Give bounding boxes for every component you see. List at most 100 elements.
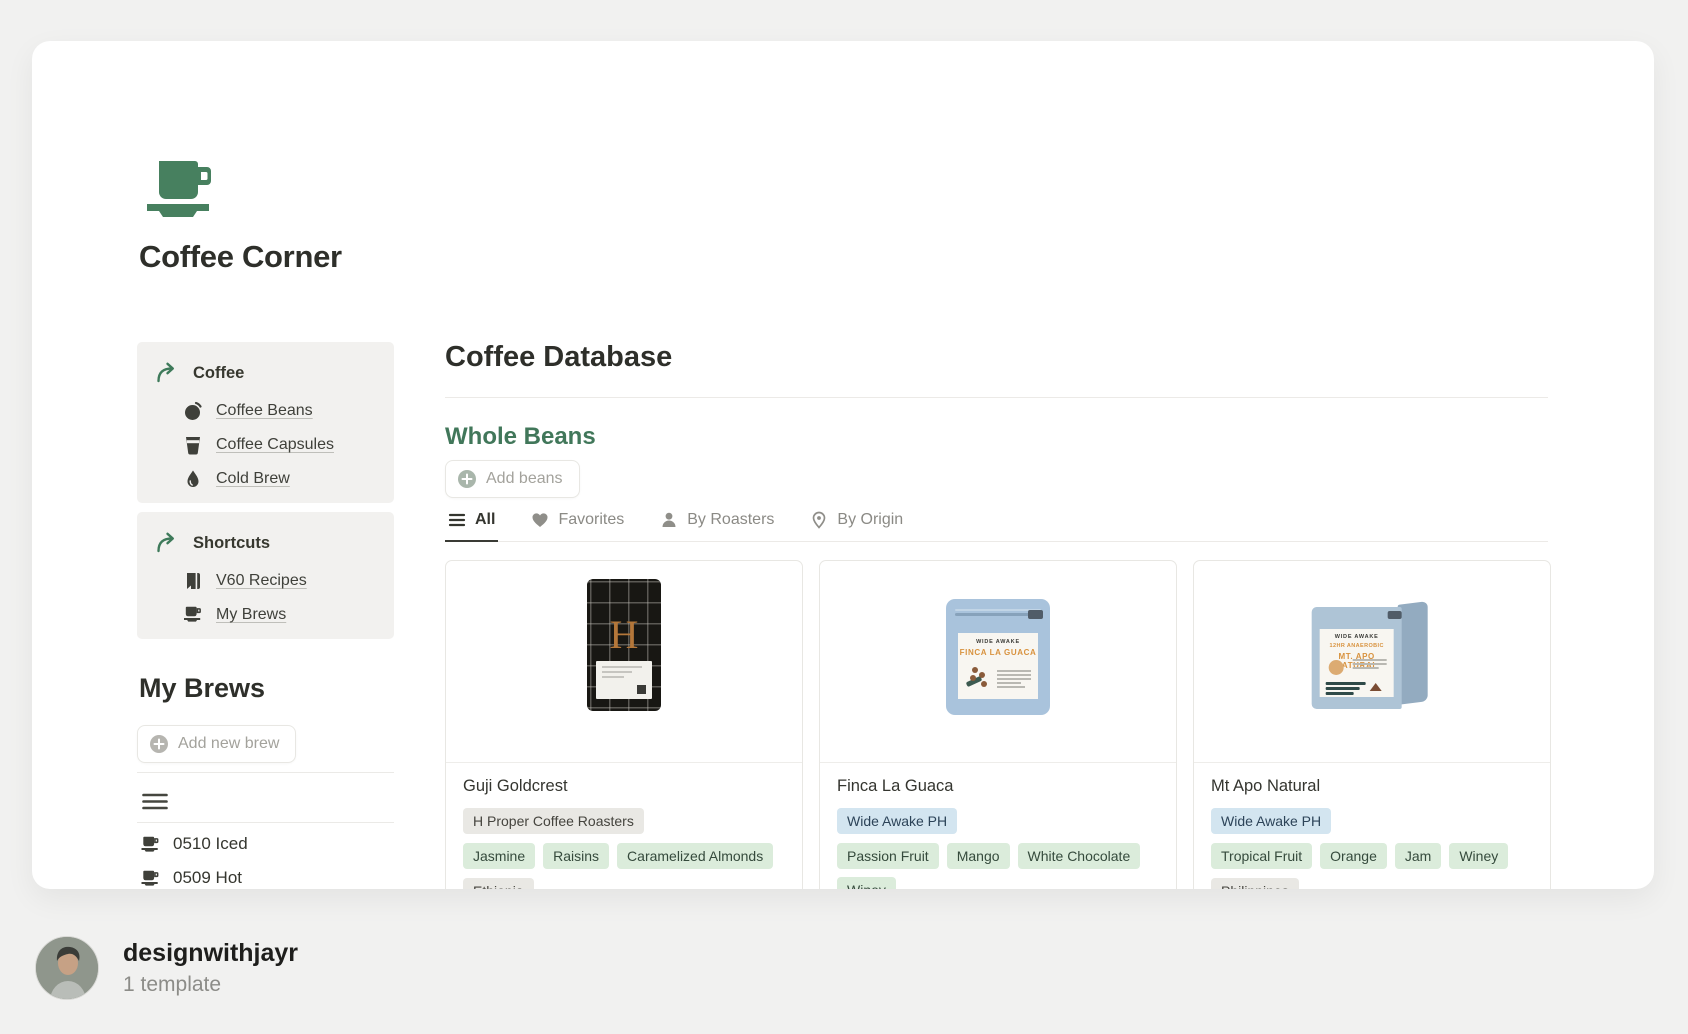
bean-card-image: WIDE AWAKE FINCA LA GUACA (820, 561, 1176, 763)
heart-icon (531, 511, 549, 529)
sidebar-item-my-brews[interactable]: My Brews (183, 598, 376, 632)
bag-process: 12HR ANAEROBIC (1320, 643, 1394, 649)
tab-by-roasters[interactable]: By Roasters (657, 507, 777, 541)
drag-handle-icon[interactable] (142, 793, 168, 810)
bean-title: Guji Goldcrest (463, 777, 785, 796)
brew-entry-0510-iced[interactable]: 0510 Iced (140, 834, 248, 854)
sidebar-item-label: Coffee Capsules (216, 436, 334, 454)
bag-label: WIDE AWAKE 12HR ANAEROBIC MT. APO NATURA… (1320, 629, 1394, 697)
curved-arrow-icon (155, 362, 179, 384)
sidebar-item-label: Cold Brew (216, 470, 290, 488)
add-beans-button[interactable]: Add beans (445, 460, 580, 498)
creator-name: designwithjayr (123, 939, 298, 968)
template-preview-page: Coffee Corner Coffee (0, 0, 1688, 1034)
notion-page-card: Coffee Corner Coffee (32, 41, 1654, 889)
whole-beans-heading: Whole Beans (445, 423, 596, 451)
workspace-title: Coffee Corner (139, 239, 342, 275)
flavor-tag: Jasmine (463, 843, 535, 869)
my-brews-heading: My Brews (139, 673, 265, 704)
flavor-tag: Mango (947, 843, 1010, 869)
bag-label (596, 661, 652, 699)
bean-card-body: Finca La Guaca Wide Awake PH Passion Fru… (820, 763, 1176, 889)
bean-card-guji-goldcrest[interactable]: H Guji Goldcrest H Proper Coffee Roaster… (445, 560, 803, 889)
creator-template-count: 1 template (123, 973, 298, 997)
brew-entry-0509-hot[interactable]: 0509 Hot (140, 868, 242, 888)
sidebar-item-coffee-beans[interactable]: Coffee Beans (183, 394, 376, 428)
brew-entry-label: 0509 Hot (173, 868, 242, 888)
origin-tag: Ethiopia (463, 878, 534, 889)
divider (137, 772, 394, 773)
divider (445, 397, 1548, 398)
flavor-tag: Tropical Fruit (1211, 843, 1312, 869)
brew-entry-label: 0510 Iced (173, 834, 248, 854)
sidebar-item-label: My Brews (216, 606, 286, 624)
coffee-cup-icon (183, 605, 203, 625)
bean-card-finca-la-guaca[interactable]: WIDE AWAKE FINCA LA GUACA (819, 560, 1177, 889)
flavor-tag: White Chocolate (1018, 843, 1141, 869)
bean-card-body: Guji Goldcrest H Proper Coffee Roasters … (446, 763, 802, 889)
location-pin-icon (810, 511, 828, 529)
sidebar-item-label: Coffee Beans (216, 402, 313, 420)
bean-title: Mt Apo Natural (1211, 777, 1533, 796)
sidebar-section-shortcuts: Shortcuts V60 Recipes (137, 512, 394, 639)
sun-illustration (1329, 660, 1344, 675)
bean-card-image: WIDE AWAKE 12HR ANAEROBIC MT. APO NATURA… (1194, 561, 1550, 763)
creator-avatar[interactable] (35, 936, 99, 1000)
sidebar-item-cold-brew[interactable]: Cold Brew (183, 462, 376, 496)
plus-circle-icon (457, 469, 477, 489)
sidebar-section-label: Shortcuts (193, 534, 270, 553)
sidebar-item-label: V60 Recipes (216, 572, 307, 590)
sidebar-item-coffee-capsules[interactable]: Coffee Capsules (183, 428, 376, 462)
flavor-tag: Raisins (543, 843, 609, 869)
roaster-tag: H Proper Coffee Roasters (463, 808, 644, 834)
creator-row: designwithjayr 1 template (35, 936, 298, 1000)
bean-card-image: H (446, 561, 802, 763)
bag-monogram: H (587, 611, 661, 658)
page-title: Coffee Database (445, 341, 672, 374)
tab-label: Favorites (558, 511, 624, 529)
coffee-cup-logo-icon (145, 151, 223, 223)
flavor-tag: Passion Fruit (837, 843, 939, 869)
tab-by-origin[interactable]: By Origin (807, 507, 906, 541)
database-view-tabs: All Favorites By Roasters (445, 507, 1548, 542)
mountain-illustration (1326, 682, 1366, 697)
flavor-tag: Winey (837, 877, 896, 889)
flavor-tag: Jam (1395, 843, 1441, 869)
bag-fine-print (1353, 659, 1387, 671)
tab-all[interactable]: All (445, 507, 498, 542)
coffee-bean-icon (183, 401, 203, 421)
book-icon (183, 571, 203, 591)
bag-fine-print (997, 670, 1031, 690)
coffee-bag-blue: WIDE AWAKE FINCA LA GUACA (946, 599, 1050, 715)
bag-name: FINCA LA GUACA (958, 648, 1038, 657)
bag-label: WIDE AWAKE FINCA LA GUACA (958, 633, 1038, 699)
add-beans-label: Add beans (486, 470, 563, 488)
capsule-cup-icon (183, 435, 203, 455)
bag-brand: WIDE AWAKE (958, 639, 1038, 645)
bean-card-mt-apo-natural[interactable]: WIDE AWAKE 12HR ANAEROBIC MT. APO NATURA… (1193, 560, 1551, 889)
bean-gallery: H Guji Goldcrest H Proper Coffee Roaster… (445, 560, 1551, 889)
bean-title: Finca La Guaca (837, 777, 1159, 796)
coffee-bag-black: H (587, 579, 661, 711)
coffee-branch-illustration (966, 665, 992, 691)
qr-code (637, 685, 646, 694)
tab-label: By Roasters (687, 511, 774, 529)
flavor-tag: Caramelized Almonds (617, 843, 773, 869)
bag-brand: WIDE AWAKE (1320, 634, 1394, 640)
list-icon (448, 511, 466, 529)
tab-label: By Origin (837, 511, 903, 529)
tab-label: All (475, 511, 495, 529)
divider (137, 822, 394, 823)
coffee-cup-icon (140, 869, 161, 887)
bean-card-body: Mt Apo Natural Wide Awake PH Tropical Fr… (1194, 763, 1550, 889)
bag-valve (1028, 610, 1043, 619)
add-new-brew-button[interactable]: Add new brew (137, 725, 296, 763)
person-icon (660, 511, 678, 529)
origin-tag: Philippines (1211, 878, 1299, 889)
tab-favorites[interactable]: Favorites (528, 507, 627, 541)
sidebar-item-v60-recipes[interactable]: V60 Recipes (183, 564, 376, 598)
curved-arrow-icon (155, 532, 179, 554)
coffee-cup-icon (140, 835, 161, 853)
flavor-tag: Winey (1449, 843, 1508, 869)
coffee-bag-gusseted: WIDE AWAKE 12HR ANAEROBIC MT. APO NATURA… (1312, 603, 1428, 711)
